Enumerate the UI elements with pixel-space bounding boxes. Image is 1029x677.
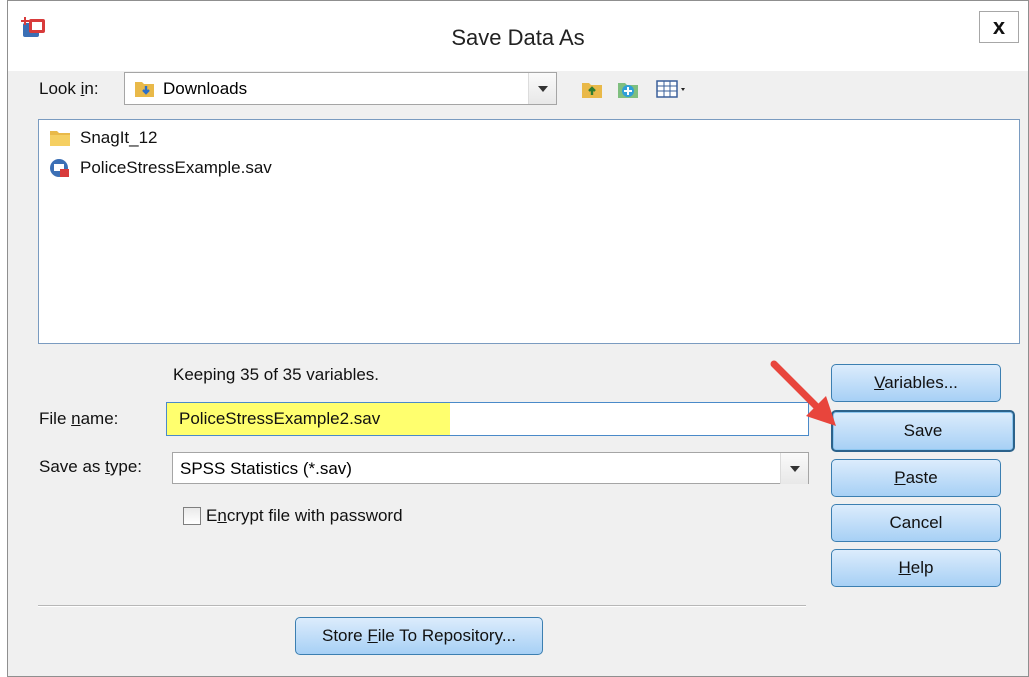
chevron-down-icon[interactable] xyxy=(528,73,556,104)
new-folder-icon[interactable] xyxy=(617,79,639,99)
save-button[interactable]: Save xyxy=(831,410,1015,452)
save-as-type-value: SPSS Statistics (*.sav) xyxy=(180,459,352,478)
paste-button[interactable]: Paste xyxy=(831,459,1001,497)
save-as-type-label: Save as type: xyxy=(39,457,143,476)
file-list[interactable]: SnagIt_12 PoliceStressExample.sav xyxy=(38,119,1020,344)
chevron-down-icon[interactable] xyxy=(780,453,808,484)
store-file-to-repository-button[interactable]: Store File To Repository... xyxy=(295,617,543,655)
close-button[interactable]: x xyxy=(979,11,1019,43)
spss-file-icon xyxy=(49,158,71,183)
save-data-as-dialog: Save Data As x Look in: Downloads SnagIt… xyxy=(7,0,1029,677)
annotation-arrow-icon xyxy=(770,360,836,426)
title-bar: Save Data As x xyxy=(8,1,1028,71)
look-in-combobox[interactable]: Downloads xyxy=(124,72,557,105)
keeping-variables-text: Keeping 35 of 35 variables. xyxy=(173,365,380,384)
up-folder-icon[interactable] xyxy=(581,79,603,99)
encrypt-checkbox[interactable] xyxy=(183,507,201,525)
divider xyxy=(38,605,806,607)
cancel-button[interactable]: Cancel xyxy=(831,504,1001,542)
file-name-input[interactable]: PoliceStressExample2.sav xyxy=(166,402,809,436)
list-item-name: SnagIt_12 xyxy=(80,128,158,147)
folder-icon xyxy=(49,128,71,153)
encrypt-label[interactable]: Encrypt file with password xyxy=(206,506,403,526)
view-menu-icon[interactable] xyxy=(656,79,692,99)
dialog-title: Save Data As xyxy=(451,25,585,50)
list-item-name: PoliceStressExample.sav xyxy=(80,158,272,177)
file-name-value: PoliceStressExample2.sav xyxy=(179,409,381,428)
look-in-value: Downloads xyxy=(163,79,248,98)
look-in-label: Look in: xyxy=(39,79,99,98)
variables-button[interactable]: Variables... xyxy=(831,364,1001,402)
downloads-folder-icon xyxy=(134,79,156,104)
file-name-label: File name: xyxy=(39,409,119,428)
help-button[interactable]: Help xyxy=(831,549,1001,587)
save-as-type-select[interactable]: SPSS Statistics (*.sav) xyxy=(172,452,809,484)
